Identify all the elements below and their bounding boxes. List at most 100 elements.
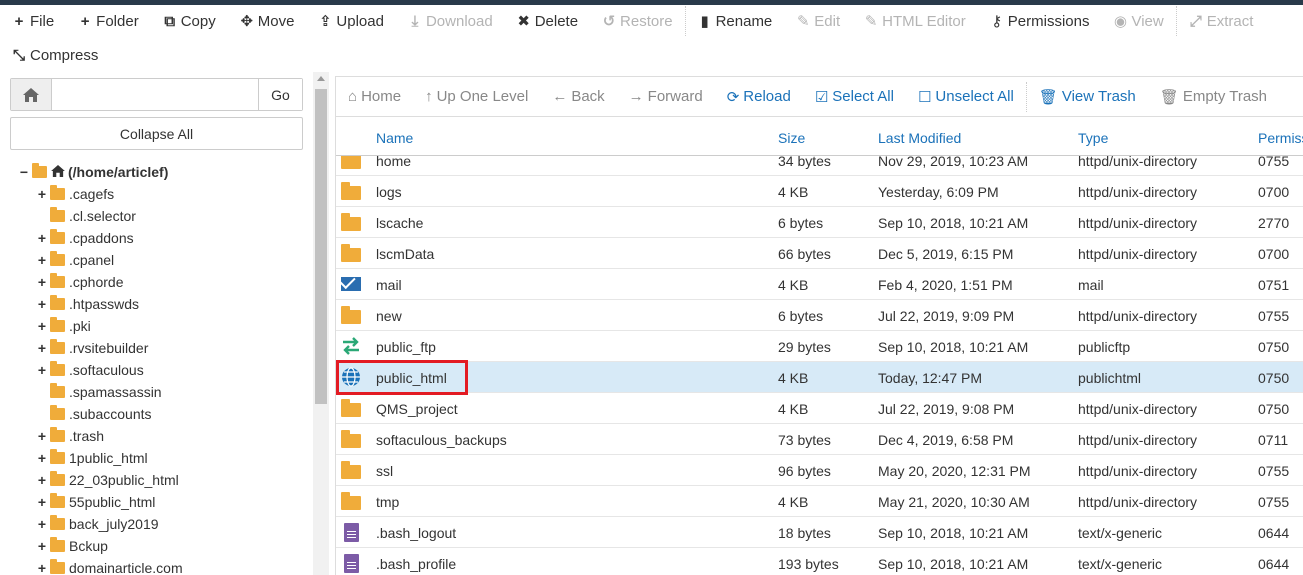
delete-button[interactable]: ✖ Delete [505,5,590,37]
forward-button[interactable]: → Forward [617,78,715,116]
tree-item[interactable]: + .cpaddons [36,227,134,249]
expand-toggle-icon[interactable]: + [36,340,48,356]
cell-name[interactable]: new [376,308,402,324]
tree-item[interactable]: + .cpanel [36,249,114,271]
collapse-toggle-icon[interactable]: − [18,164,30,180]
tree-item[interactable]: + .rvsitebuilder [36,337,148,359]
table-row[interactable]: mail 4 KB Feb 4, 2020, 1:51 PM mail 0751 [336,269,1303,300]
path-input[interactable] [52,79,258,110]
column-header-type[interactable]: Type [1078,130,1108,146]
table-row[interactable]: ssl 96 bytes May 20, 2020, 12:31 PM httpd/u… [336,455,1303,486]
table-row[interactable]: lscache 6 bytes Sep 10, 2018, 10:21 AM http… [336,207,1303,238]
scrollbar-thumb[interactable] [315,89,327,404]
tree-item[interactable]: .subaccounts [36,403,152,425]
upload-button[interactable]: ⇪ Upload [306,5,396,37]
home-nav-button[interactable]: ⌂ Home [336,78,413,116]
expand-toggle-icon[interactable]: + [36,450,48,466]
table-row[interactable]: new 6 bytes Jul 22, 2019, 9:09 PM httpd/uni… [336,300,1303,331]
cell-name[interactable]: public_ftp [376,339,436,355]
cell-name[interactable]: lscmData [376,246,434,262]
tree-item[interactable]: + .htpasswds [36,293,139,315]
html-editor-button[interactable]: ✎ HTML Editor [852,5,978,37]
tree-item[interactable]: .spamassassin [36,381,162,403]
expand-toggle-icon[interactable]: + [36,560,48,575]
empty-trash-button[interactable]: 🗑 Empty Trash [1148,78,1279,116]
compress-button[interactable]: ⤡ Compress [0,39,110,71]
move-button[interactable]: ✥ Move [228,5,307,37]
tree-item[interactable]: + .softaculous [36,359,144,381]
table-row[interactable]: .bash_logout 18 bytes Sep 10, 2018, 10:21 … [336,517,1303,548]
close-icon: ✖ [517,13,530,30]
cell-name[interactable]: lscache [376,215,423,231]
tree-item[interactable]: + .cagefs [36,183,114,205]
tree-item[interactable]: + .cphorde [36,271,123,293]
up-one-level-button[interactable]: ↑ Up One Level [413,78,540,116]
table-row[interactable]: tmp 4 KB May 21, 2020, 10:30 AM httpd/unix-… [336,486,1303,517]
unselect-all-button[interactable]: ☐ Unselect All [906,78,1026,116]
download-button[interactable]: ⤓ Download [396,5,505,37]
cell-type: httpd/unix-directory [1078,156,1198,169]
expand-toggle-icon[interactable]: + [36,494,48,510]
expand-toggle-icon[interactable]: + [36,186,48,202]
cell-name[interactable]: softaculous_backups [376,432,507,448]
permissions-button[interactable]: ⚷ Permissions [978,5,1102,37]
cell-name[interactable]: ssl [376,463,393,479]
expand-toggle-icon[interactable]: + [36,318,48,334]
tree-item[interactable]: +22_03public_html [36,469,179,491]
cell-name[interactable]: home [376,156,411,169]
tree-item[interactable]: +55public_html [36,491,155,513]
column-header-permissions[interactable]: Permiss [1258,130,1303,146]
tree-item[interactable]: + .pki [36,315,91,337]
table-row[interactable]: public_ftp 29 bytes Sep 10, 2018, 10:21 AM… [336,331,1303,362]
tree-item[interactable]: +1public_html [36,447,148,469]
expand-toggle-icon[interactable]: + [36,362,48,378]
view-trash-button[interactable]: 🗑 View Trash [1027,78,1148,116]
tree-item[interactable]: + domainarticle.com [36,557,183,575]
back-button[interactable]: ← Back [540,78,616,116]
view-button[interactable]: ◉ View [1101,5,1175,37]
restore-button[interactable]: ↺ Restore [590,5,685,37]
folder-button[interactable]: + Folder [66,5,151,37]
tree-item[interactable]: + back_july2019 [36,513,159,535]
tree-item[interactable]: − (/home/articlef) [18,161,168,183]
collapse-all-button[interactable]: Collapse All [10,117,303,150]
cell-name[interactable]: logs [376,184,402,200]
table-row[interactable]: lscmData 66 bytes Dec 5, 2019, 6:15 PM http… [336,238,1303,269]
table-row[interactable]: logs 4 KB Yesterday, 6:09 PM httpd/unix-dir… [336,176,1303,207]
select-all-button[interactable]: ☑ Select All [803,78,906,116]
column-header-size[interactable]: Size [778,130,805,146]
tree-scrollbar[interactable] [313,72,329,575]
tree-item[interactable]: + .trash [36,425,104,447]
expand-toggle-icon[interactable]: + [36,230,48,246]
column-header-name[interactable]: Name [376,130,413,146]
expand-toggle-icon[interactable]: + [36,296,48,312]
table-row[interactable]: .bash_profile 193 bytes Sep 10, 2018, 10:2… [336,548,1303,575]
reload-button[interactable]: ⟳ Reload [715,78,803,116]
go-button[interactable]: Go [258,79,302,110]
cell-name[interactable]: mail [376,277,402,293]
expand-toggle-icon[interactable]: + [36,428,48,444]
cell-name[interactable]: tmp [376,494,399,510]
rename-button[interactable]: ▮ Rename [686,5,785,37]
edit-button[interactable]: ✎ Edit [784,5,852,37]
table-row[interactable]: public_html 4 KB Today, 12:47 PM publichtml… [336,362,1303,393]
cell-name[interactable]: .bash_logout [376,525,456,541]
expand-toggle-icon[interactable]: + [36,472,48,488]
table-row[interactable]: home 34 bytes Nov 29, 2019, 10:23 AM httpd/… [336,156,1303,176]
table-row[interactable]: softaculous_backups 73 bytes Dec 4, 2019, … [336,424,1303,455]
home-path-button[interactable] [11,79,52,110]
column-header-last-modified[interactable]: Last Modified [878,130,961,146]
file-button[interactable]: + File [0,5,66,37]
expand-toggle-icon[interactable]: + [36,538,48,554]
cell-name[interactable]: .bash_profile [376,556,456,572]
copy-button[interactable]: ⧉ Copy [151,5,228,37]
table-row[interactable]: QMS_project 4 KB Jul 22, 2019, 9:08 PM http… [336,393,1303,424]
tree-item[interactable]: .cl.selector [36,205,136,227]
expand-toggle-icon[interactable]: + [36,516,48,532]
tree-item[interactable]: + Bckup [36,535,108,557]
extract-button[interactable]: ⤢ Extract [1177,5,1266,37]
expand-toggle-icon[interactable]: + [36,252,48,268]
scroll-up-arrow-icon[interactable] [317,76,325,81]
expand-toggle-icon[interactable]: + [36,274,48,290]
cell-name[interactable]: QMS_project [376,401,458,417]
